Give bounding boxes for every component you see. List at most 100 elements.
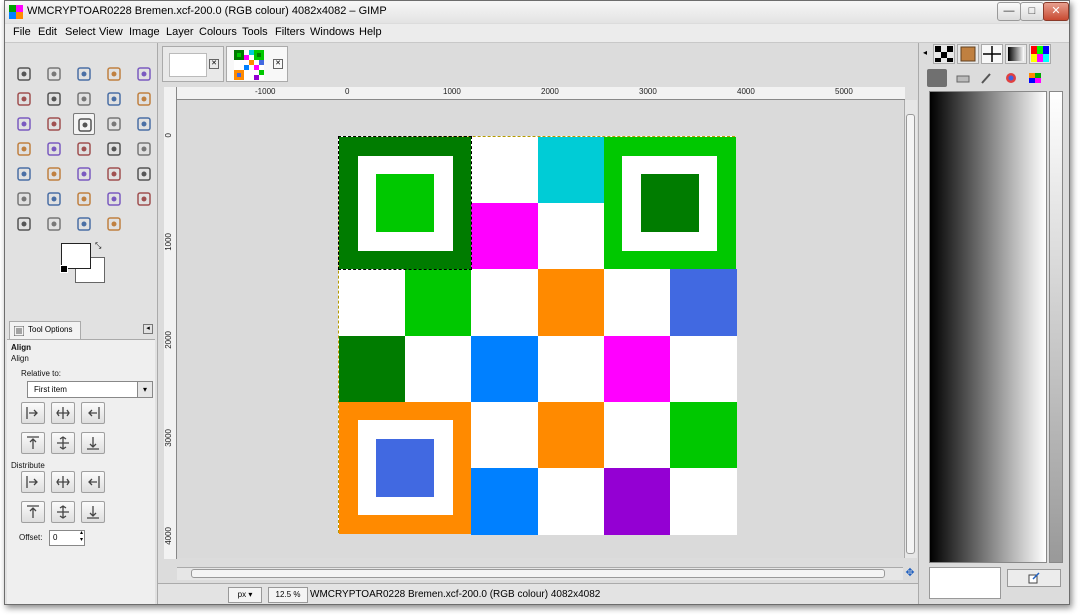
tool-align[interactable] [73,113,95,135]
menu-colours[interactable]: Colours [199,26,237,38]
relative-to-select[interactable]: First item ▾ [27,381,153,398]
swap-colors-icon[interactable]: ⤡ [95,241,101,251]
tool-scale[interactable] [13,138,35,160]
tool-shear[interactable] [43,138,65,160]
tool-zoom[interactable] [133,88,155,110]
images-icon [960,46,976,62]
tool-crop[interactable] [103,113,125,135]
image-canvas[interactable] [337,135,737,535]
tool-paintbrush[interactable] [133,163,155,185]
tool-clone[interactable] [103,188,125,210]
spinner-arrows-icon[interactable]: ▴ ▾ [80,530,83,544]
tool-move[interactable] [43,113,65,135]
menu-file[interactable]: File [13,26,31,38]
tool-smudge[interactable] [73,213,95,235]
chevron-down-icon[interactable]: ▾ [137,382,152,397]
distribute-top-button[interactable] [21,501,45,523]
gradient-list-scroll[interactable] [1049,91,1063,563]
tool-eraser[interactable] [13,188,35,210]
tool-scissors-select[interactable] [13,88,35,110]
tool-ink[interactable] [73,188,95,210]
vertical-ruler[interactable]: 0 1000 2000 3000 4000 [164,99,177,559]
close-tab-icon[interactable]: ✕ [273,59,283,69]
tab-gradients[interactable] [1005,44,1027,64]
tool-blur[interactable] [43,213,65,235]
distribute-left-button[interactable] [21,471,45,493]
horizontal-ruler[interactable]: -1000 0 1000 2000 3000 4000 5000 [177,87,905,100]
dock-menu-icon[interactable]: ◂ [923,48,927,57]
unit-select[interactable]: px ▾ [228,587,262,603]
menu-view[interactable]: View [99,26,123,38]
align-top-button[interactable] [21,432,45,454]
tool-flip[interactable] [103,138,125,160]
align-bottom-button[interactable] [81,432,105,454]
menu-edit[interactable]: Edit [38,26,57,38]
image-tab-untitled[interactable]: ✕ [162,46,224,82]
menu-select[interactable]: Select [65,26,96,38]
tool-airbrush[interactable] [43,188,65,210]
tool-color-picker[interactable] [103,88,125,110]
tool-paths[interactable] [73,88,95,110]
distribute-middle-button[interactable] [51,501,75,523]
distribute-right-button[interactable] [81,471,105,493]
palette-editor-icon[interactable] [1025,69,1045,87]
tool-text[interactable] [13,163,35,185]
tool-perspective[interactable] [73,138,95,160]
tool-by-color-select[interactable] [133,63,155,85]
menu-filters[interactable]: Filters [275,26,305,38]
image-tab-bremen[interactable]: ✕ [226,46,288,82]
colors-icon[interactable] [1001,69,1021,87]
device-status-icon[interactable] [927,69,947,87]
gradient-preview[interactable] [929,91,1047,563]
minimize-button[interactable]: — [997,2,1021,21]
tab-brushes[interactable] [981,44,1003,64]
tool-pencil[interactable] [103,163,125,185]
scrollbar-thumb[interactable] [906,114,915,554]
dock-preview-field[interactable] [929,567,1001,599]
vertical-scrollbar[interactable] [904,100,917,558]
menu-help[interactable]: Help [359,26,382,38]
tool-cage-transform[interactable] [133,138,155,160]
tool-dodge-burn[interactable] [103,213,125,235]
tool-perspective-clone[interactable] [13,213,35,235]
close-tab-icon[interactable]: ✕ [209,59,219,69]
tool-foreground-select[interactable] [43,88,65,110]
paintbrush-icon[interactable] [977,69,997,87]
maximize-button[interactable]: □ [1020,2,1044,21]
align-middle-button[interactable] [51,432,75,454]
tab-tool-options[interactable]: Tool Options [9,321,81,340]
align-right-button[interactable] [81,402,105,424]
close-button[interactable]: ✕ [1043,2,1069,21]
tool-heal[interactable] [133,188,155,210]
tool-ellipse-select[interactable] [43,63,65,85]
navigate-icon[interactable]: ✥ [904,567,916,579]
zoom-select[interactable]: 12.5 % [268,587,308,603]
align-left-button[interactable] [21,402,45,424]
scrollbar-thumb[interactable] [191,569,885,578]
offset-spinner[interactable]: 0 ▴ ▾ [49,530,85,546]
tool-free-select[interactable] [73,63,95,85]
tool-blend[interactable] [73,163,95,185]
panel-menu-icon[interactable]: ◂ [143,324,153,334]
tool-options-tab-label: Tool Options [28,325,73,334]
tool-rect-select[interactable] [13,63,35,85]
edit-button[interactable] [1007,569,1061,587]
menu-image[interactable]: Image [129,26,160,38]
distribute-bottom-button[interactable] [81,501,105,523]
tool-bucket-fill[interactable] [43,163,65,185]
tool-rotate[interactable] [133,113,155,135]
menu-windows[interactable]: Windows [310,26,355,38]
distribute-center-button[interactable] [51,471,75,493]
tool-fuzzy-select[interactable] [103,63,125,85]
menu-tools[interactable]: Tools [242,26,268,38]
tab-patterns[interactable] [933,44,955,64]
align-center-button[interactable] [51,402,75,424]
printer-icon[interactable] [953,69,973,87]
tool-measure[interactable] [13,113,35,135]
horizontal-scrollbar[interactable] [177,567,903,580]
align-left-icon [26,407,38,419]
tab-palettes[interactable] [1029,44,1051,64]
default-colors-icon[interactable] [60,265,68,273]
menu-layer[interactable]: Layer [166,26,194,38]
tab-images[interactable] [957,44,979,64]
